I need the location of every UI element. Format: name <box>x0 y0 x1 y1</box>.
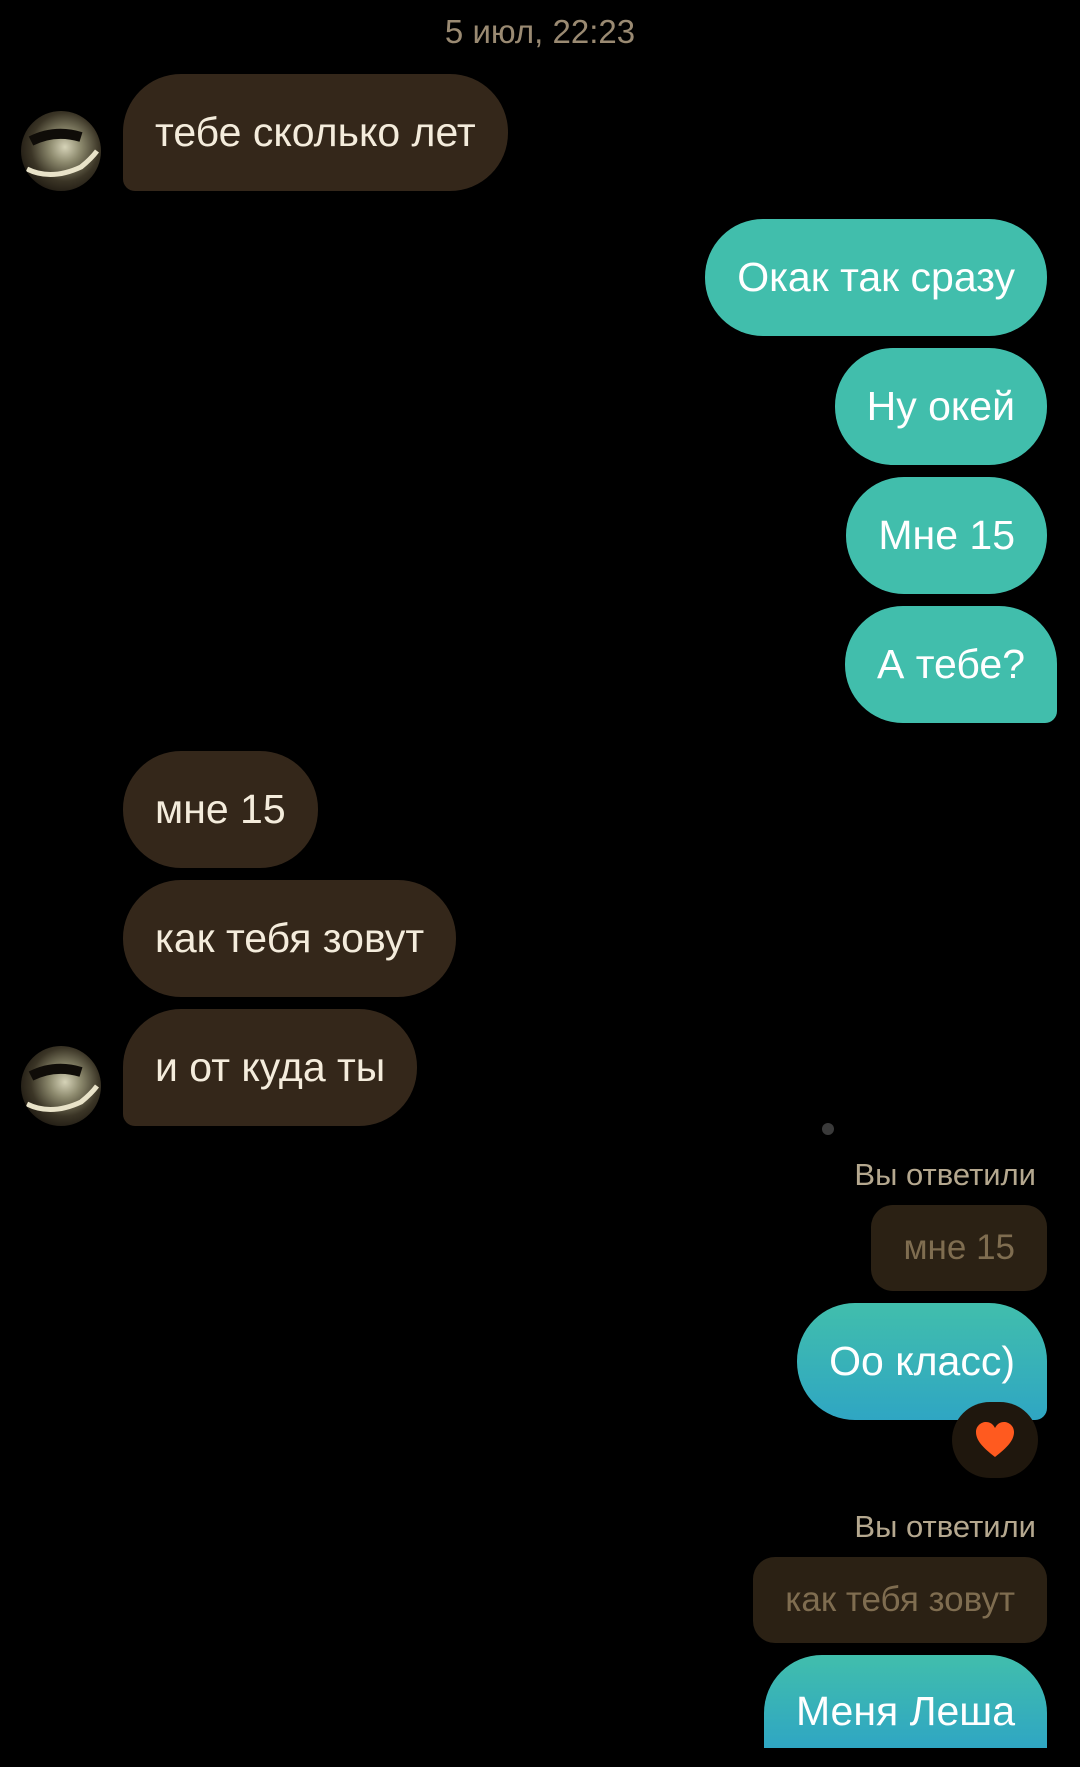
message-reaction[interactable] <box>952 1402 1038 1478</box>
message-incoming[interactable]: тебе сколько лет <box>123 74 508 191</box>
reply-quote[interactable]: мне 15 <box>871 1205 1047 1291</box>
message-outgoing[interactable]: Меня Леша <box>763 1655 1047 1748</box>
seen-indicator <box>822 1123 834 1135</box>
reply-label: Вы ответили <box>854 1157 1036 1192</box>
message-incoming[interactable]: мне 15 <box>123 751 318 868</box>
reply-label: Вы ответили <box>854 1509 1036 1544</box>
heart-icon <box>976 1422 1014 1457</box>
message-outgoing[interactable]: А тебе? <box>844 606 1057 723</box>
message-outgoing[interactable]: Окак так сразу <box>705 219 1047 336</box>
message-outgoing[interactable]: Мне 15 <box>846 477 1047 594</box>
contact-avatar[interactable] <box>21 1046 101 1126</box>
reply-quote[interactable]: как тебя зовут <box>753 1557 1047 1643</box>
message-outgoing[interactable]: Ну окей <box>834 348 1047 465</box>
contact-avatar[interactable] <box>21 111 101 191</box>
message-incoming[interactable]: как тебя зовут <box>123 880 457 997</box>
chat-timestamp: 5 июл, 22:23 <box>444 13 636 50</box>
message-incoming[interactable]: и от куда ты <box>123 1009 418 1126</box>
